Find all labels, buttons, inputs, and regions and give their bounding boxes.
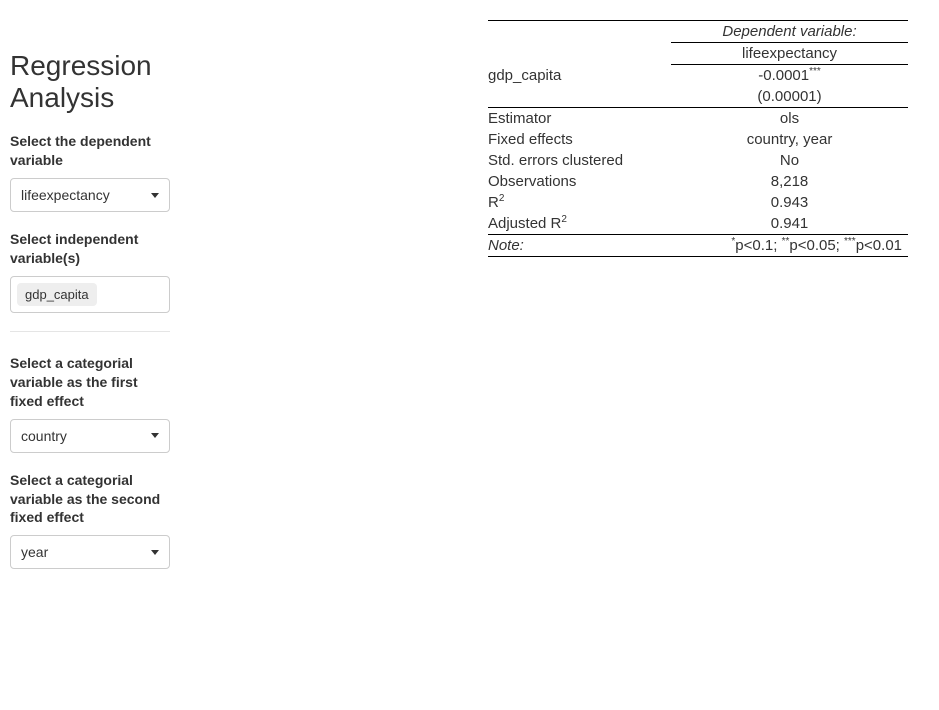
- fixed-effect-1-select[interactable]: country: [10, 419, 170, 453]
- dependent-variable-group: Select the dependent variable lifeexpect…: [10, 132, 170, 212]
- fixed-effect-1-group: Select a categorial variable as the firs…: [10, 354, 170, 453]
- note-value: *p<0.1; **p<0.05; ***p<0.01: [671, 235, 908, 257]
- se-cluster-label: Std. errors clustered: [488, 150, 671, 171]
- independent-variable-group: Select independent variable(s) gdp_capit…: [10, 230, 170, 313]
- coefficient-se: (0.00001): [671, 86, 908, 108]
- adj-r2-label: Adjusted R2: [488, 213, 671, 235]
- chevron-down-icon: [151, 433, 159, 438]
- dependent-variable-name: lifeexpectancy: [671, 43, 908, 65]
- sidebar: Regression Analysis Select the dependent…: [0, 0, 188, 710]
- fixed-effect-2-group: Select a categorial variable as the seco…: [10, 471, 170, 570]
- dependent-variable-header: Dependent variable:: [671, 21, 908, 43]
- adj-r2-value: 0.941: [671, 213, 908, 235]
- coefficient-label: gdp_capita: [488, 65, 671, 87]
- chevron-down-icon: [151, 550, 159, 555]
- independent-variable-token[interactable]: gdp_capita: [17, 283, 97, 306]
- regression-table: Dependent variable: lifeexpectancy gdp_c…: [488, 20, 908, 257]
- dependent-variable-select[interactable]: lifeexpectancy: [10, 178, 170, 212]
- fixed-effect-2-label: Select a categorial variable as the seco…: [10, 471, 170, 528]
- fixed-effects-label: Fixed effects: [488, 129, 671, 150]
- independent-variable-select[interactable]: gdp_capita: [10, 276, 170, 313]
- fixed-effect-2-value: year: [21, 544, 48, 560]
- chevron-down-icon: [151, 193, 159, 198]
- estimator-value: ols: [671, 108, 908, 130]
- fixed-effect-1-label: Select a categorial variable as the firs…: [10, 354, 170, 411]
- observations-label: Observations: [488, 171, 671, 192]
- se-cluster-value: No: [671, 150, 908, 171]
- coefficient-value: -0.0001***: [671, 65, 908, 87]
- estimator-label: Estimator: [488, 108, 671, 130]
- note-label: Note:: [488, 235, 671, 257]
- observations-value: 8,218: [671, 171, 908, 192]
- dependent-variable-label: Select the dependent variable: [10, 132, 170, 170]
- divider: [10, 331, 170, 332]
- independent-variable-label: Select independent variable(s): [10, 230, 170, 268]
- main-content: Dependent variable: lifeexpectancy gdp_c…: [188, 0, 939, 710]
- r2-label: R2: [488, 192, 671, 213]
- fixed-effect-1-value: country: [21, 428, 67, 444]
- dependent-variable-value: lifeexpectancy: [21, 187, 110, 203]
- fixed-effect-2-select[interactable]: year: [10, 535, 170, 569]
- page-title: Regression Analysis: [10, 50, 170, 114]
- fixed-effects-value: country, year: [671, 129, 908, 150]
- r2-value: 0.943: [671, 192, 908, 213]
